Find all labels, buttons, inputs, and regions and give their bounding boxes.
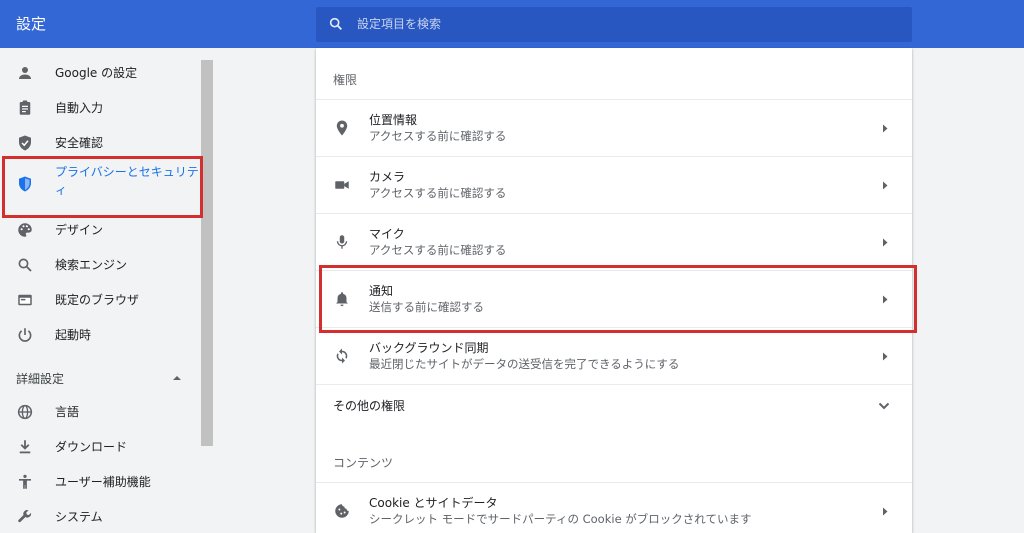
sidebar-item-search-engine[interactable]: 検索エンジン [0, 248, 200, 282]
bell-icon [336, 292, 348, 307]
permission-row-location[interactable]: 位置情報 アクセスする前に確認する [316, 99, 912, 156]
row-description: 最近閉じたサイトがデータの送受信を完了できるようにする [369, 357, 680, 371]
sidebar-item-label: システム [55, 510, 103, 524]
arrow-right-icon [883, 124, 888, 133]
sidebar-item-default-browser[interactable]: 既定のブラウザ [0, 283, 200, 317]
sidebar-item-label: 起動時 [55, 328, 92, 342]
sidebar-item-label: デザイン [55, 223, 104, 237]
sidebar-item-label: ダウンロード [55, 440, 128, 454]
arrow-right-icon [883, 238, 888, 247]
other-permissions-row[interactable]: その他の権限 [316, 384, 912, 427]
row-title: その他の権限 [333, 399, 406, 413]
sidebar-item-label: ユーザー補助機能 [55, 475, 151, 489]
sidebar-item-design[interactable]: デザイン [0, 213, 200, 247]
arrow-right-icon [883, 352, 888, 361]
palette-icon [18, 223, 32, 237]
search-icon [18, 258, 32, 272]
arrow-right-icon [883, 295, 888, 304]
sidebar-item-label: 言語 [55, 405, 80, 419]
sidebar-item-label: 検索エンジン [55, 258, 128, 272]
sidebar-scrollbar-thumb[interactable] [201, 60, 213, 446]
location-icon [336, 120, 348, 136]
cookie-row[interactable]: Cookie とサイトデータ シークレット モードでサードパーティの Cooki… [316, 482, 912, 533]
cookie-icon [335, 504, 349, 518]
arrow-right-icon [883, 181, 888, 190]
row-description: アクセスする前に確認する [369, 243, 507, 257]
chevron-down-icon [878, 402, 890, 410]
caret-up-icon[interactable] [172, 374, 182, 382]
permission-row-background-sync[interactable]: バックグラウンド同期 最近閉じたサイトがデータの送受信を完了できるようにする [316, 327, 912, 384]
shield-check-icon [19, 135, 31, 151]
search-box[interactable]: 設定項目を検索 [316, 7, 912, 42]
row-title: バックグラウンド同期 [369, 341, 489, 355]
sidebar-item-label: 自動入力 [55, 101, 104, 115]
row-description: アクセスする前に確認する [369, 186, 507, 200]
power-icon [18, 328, 32, 342]
wrench-icon [18, 510, 32, 523]
clipboard-icon [19, 100, 31, 115]
sidebar-item-accessibility[interactable]: ユーザー補助機能 [0, 465, 200, 499]
advanced-section-header[interactable]: 詳細設定 [16, 370, 64, 387]
row-description: シークレット モードでサードパーティの Cookie がブロックされています [369, 512, 752, 526]
row-title: Cookie とサイトデータ [369, 496, 498, 510]
permission-row-microphone[interactable]: マイク アクセスする前に確認する [316, 213, 912, 270]
sidebar: Google の設定 自動入力 安全確認 プライバシーとセキュリティ デザイン … [0, 48, 214, 533]
permission-row-camera[interactable]: カメラ アクセスする前に確認する [316, 156, 912, 213]
sidebar-item-languages[interactable]: 言語 [0, 395, 200, 429]
settings-card: 権限 位置情報 アクセスする前に確認する カメラ アクセスする前に確認する マイ… [316, 48, 912, 533]
sidebar-item-system[interactable]: システム [0, 500, 200, 533]
sidebar-item-label: プライバシーとセキュリティ [55, 165, 199, 197]
app-title: 設定 [16, 15, 47, 33]
row-description: 送信する前に確認する [369, 300, 484, 314]
browser-icon [18, 294, 32, 306]
sync-icon [336, 348, 348, 364]
arrow-right-icon [883, 507, 888, 516]
camera-icon [335, 181, 349, 189]
globe-icon [17, 404, 33, 420]
sidebar-item-on-startup[interactable]: 起動時 [0, 318, 200, 352]
row-description: アクセスする前に確認する [369, 129, 507, 143]
content-section-title: コンテンツ [333, 456, 394, 470]
shield-icon [19, 176, 31, 192]
search-input[interactable]: 設定項目を検索 [357, 7, 441, 42]
row-title: カメラ [369, 170, 406, 184]
accessibility-icon [19, 474, 31, 489]
search-icon [329, 17, 342, 30]
top-bar: 設定 設定項目を検索 [0, 0, 1024, 48]
sidebar-item-google-settings[interactable]: Google の設定 [0, 56, 200, 90]
sidebar-item-safety-check[interactable]: 安全確認 [0, 126, 200, 160]
sidebar-item-label: Google の設定 [55, 66, 138, 80]
sidebar-item-label: 安全確認 [55, 136, 104, 150]
permission-row-notifications[interactable]: 通知 送信する前に確認する [316, 270, 912, 327]
row-title: 通知 [369, 284, 394, 298]
download-icon [19, 440, 31, 454]
sidebar-item-downloads[interactable]: ダウンロード [0, 430, 200, 464]
sidebar-item-autofill[interactable]: 自動入力 [0, 91, 200, 125]
sidebar-item-privacy-security[interactable]: プライバシーとセキュリティ [0, 161, 200, 207]
sidebar-item-label: 既定のブラウザ [55, 293, 140, 307]
permissions-section-title: 権限 [333, 73, 358, 87]
mic-icon [336, 235, 348, 249]
person-icon [19, 67, 31, 79]
row-title: マイク [369, 227, 405, 241]
row-title: 位置情報 [369, 113, 418, 127]
